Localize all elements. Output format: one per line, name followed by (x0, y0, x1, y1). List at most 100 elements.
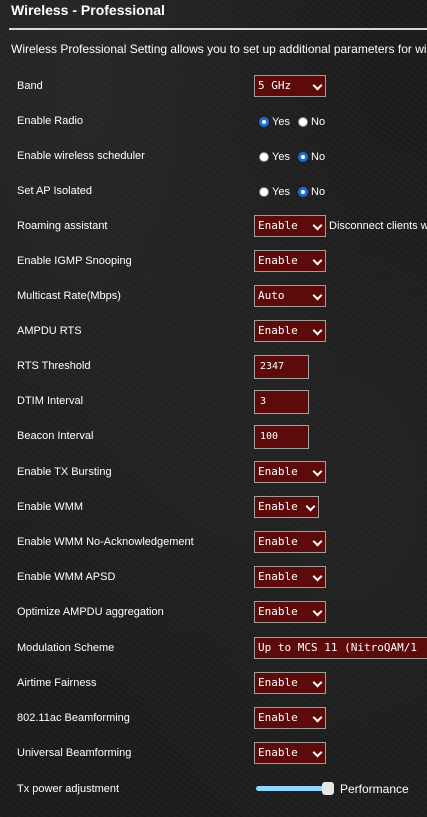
roaming-assistant-note: Disconnect clients w (329, 220, 427, 232)
chevron-down-icon (312, 220, 323, 231)
ap-isolated-yes[interactable]: Yes (259, 174, 290, 209)
tx-bursting-select[interactable]: Enable (254, 461, 326, 483)
row-airtime-fairness: Airtime Fairness Enable (0, 666, 427, 701)
igmp-snooping-label: Enable IGMP Snooping (17, 255, 132, 267)
radio-unselected-icon (259, 151, 269, 162)
chevron-down-icon (312, 466, 323, 477)
igmp-snooping-value: Enable (258, 254, 298, 267)
wireless-scheduler-label: Enable wireless scheduler (17, 150, 145, 162)
tx-power-label: Tx power adjustment (17, 783, 120, 795)
ampdu-rts-select[interactable]: Enable (254, 320, 326, 342)
title-divider (9, 28, 427, 30)
row-tx-bursting: Enable TX Bursting Enable (0, 455, 427, 490)
row-band: Band 5 GHz (0, 69, 427, 104)
ampdu-aggregation-select[interactable]: Enable (254, 601, 326, 623)
wmm-apsd-label: Enable WMM APSD (17, 571, 116, 583)
wmm-noack-select[interactable]: Enable (254, 531, 326, 553)
wmm-apsd-select[interactable]: Enable (254, 566, 326, 588)
chevron-down-icon (312, 571, 323, 582)
tx-power-level-text: Performance (340, 782, 409, 796)
radio-no-label: No (311, 150, 326, 163)
chevron-down-icon (312, 747, 323, 758)
ac-beamforming-select[interactable]: Enable (254, 707, 326, 729)
row-rts-threshold: RTS Threshold 2347 (0, 349, 427, 384)
row-tx-power: Tx power adjustment Performance (0, 772, 427, 807)
wmm-value: Enable (258, 500, 298, 513)
row-wireless-scheduler: Enable wireless scheduler Yes No (0, 139, 427, 174)
row-modulation-scheme: Modulation Scheme Up to MCS 11 (NitroQAM… (0, 631, 427, 666)
radio-unselected-icon (298, 116, 308, 127)
ampdu-aggregation-value: Enable (258, 605, 298, 618)
dtim-interval-input[interactable]: 3 (254, 390, 309, 414)
multicast-rate-select[interactable]: Auto (254, 285, 326, 307)
universal-beamforming-select[interactable]: Enable (254, 742, 326, 764)
ac-beamforming-label: 802.11ac Beamforming (17, 712, 130, 724)
band-select[interactable]: 5 GHz (254, 75, 326, 97)
row-igmp-snooping: Enable IGMP Snooping Enable (0, 244, 427, 279)
airtime-fairness-select[interactable]: Enable (254, 672, 326, 694)
rts-threshold-label: RTS Threshold (17, 360, 91, 372)
row-beacon-interval: Beacon Interval 100 (0, 419, 427, 454)
row-universal-beamforming: Universal Beamforming Enable (0, 736, 427, 771)
universal-beamforming-value: Enable (258, 746, 298, 759)
rts-threshold-input[interactable]: 2347 (254, 355, 309, 379)
wmm-apsd-value: Enable (258, 570, 298, 583)
igmp-snooping-select[interactable]: Enable (254, 250, 326, 272)
radio-yes-label: Yes (272, 115, 290, 128)
chevron-down-icon (312, 255, 323, 266)
tx-bursting-value: Enable (258, 465, 298, 478)
tx-power-slider-handle[interactable] (322, 782, 334, 795)
row-ac-beamforming: 802.11ac Beamforming Enable (0, 701, 427, 736)
chevron-down-icon (305, 501, 316, 512)
wireless-scheduler-no[interactable]: No (298, 139, 325, 174)
roaming-assistant-value: Enable (258, 219, 298, 232)
chevron-down-icon (312, 536, 323, 547)
ampdu-rts-value: Enable (258, 324, 298, 337)
chevron-down-icon (312, 606, 323, 617)
radio-selected-icon (298, 186, 308, 197)
ap-isolated-label: Set AP Isolated (17, 185, 93, 197)
enable-radio-label: Enable Radio (17, 115, 84, 127)
chevron-down-icon (312, 677, 323, 688)
radio-no-label: No (311, 185, 326, 198)
radio-yes-label: Yes (272, 185, 290, 198)
row-ampdu-rts: AMPDU RTS Enable (0, 314, 427, 349)
airtime-fairness-label: Airtime Fairness (17, 677, 97, 689)
row-dtim-interval: DTIM Interval 3 (0, 384, 427, 419)
wmm-noack-value: Enable (258, 535, 298, 548)
page-description: Wireless Professional Setting allows you… (11, 42, 427, 56)
beacon-interval-label: Beacon Interval (17, 430, 94, 442)
row-multicast-rate: Multicast Rate(Mbps) Auto (0, 279, 427, 314)
ac-beamforming-value: Enable (258, 711, 298, 724)
modulation-scheme-label: Modulation Scheme (17, 642, 115, 654)
multicast-rate-value: Auto (258, 289, 285, 302)
ap-isolated-no[interactable]: No (298, 174, 325, 209)
row-wmm-apsd: Enable WMM APSD Enable (0, 560, 427, 595)
radio-no-label: No (311, 115, 326, 128)
page-title: Wireless - Professional (11, 2, 165, 18)
radio-unselected-icon (259, 186, 269, 197)
radio-selected-icon (298, 151, 308, 162)
roaming-assistant-select[interactable]: Enable (254, 215, 326, 237)
enable-radio-yes[interactable]: Yes (259, 104, 290, 139)
universal-beamforming-label: Universal Beamforming (17, 747, 132, 759)
band-select-value: 5 GHz (258, 79, 292, 92)
enable-radio-no[interactable]: No (298, 104, 325, 139)
dtim-interval-label: DTIM Interval (17, 395, 84, 407)
chevron-down-icon (312, 712, 323, 723)
row-wmm: Enable WMM Enable (0, 490, 427, 525)
beacon-interval-input[interactable]: 100 (254, 425, 309, 449)
row-ampdu-aggregation: Optimize AMPDU aggregation Enable (0, 595, 427, 630)
ampdu-rts-label: AMPDU RTS (17, 325, 82, 337)
radio-selected-icon (259, 116, 269, 127)
wireless-scheduler-yes[interactable]: Yes (259, 139, 290, 174)
tx-bursting-label: Enable TX Bursting (17, 466, 112, 478)
multicast-rate-label: Multicast Rate(Mbps) (17, 290, 121, 302)
row-roaming-assistant: Roaming assistant Enable Disconnect clie… (0, 209, 427, 244)
modulation-scheme-value: Up to MCS 11 (NitroQAM/1 (258, 641, 417, 654)
chevron-down-icon (312, 80, 323, 91)
roaming-assistant-label: Roaming assistant (17, 220, 108, 232)
modulation-scheme-select[interactable]: Up to MCS 11 (NitroQAM/1 (254, 637, 427, 659)
radio-yes-label: Yes (272, 150, 290, 163)
wmm-select[interactable]: Enable (254, 496, 319, 518)
